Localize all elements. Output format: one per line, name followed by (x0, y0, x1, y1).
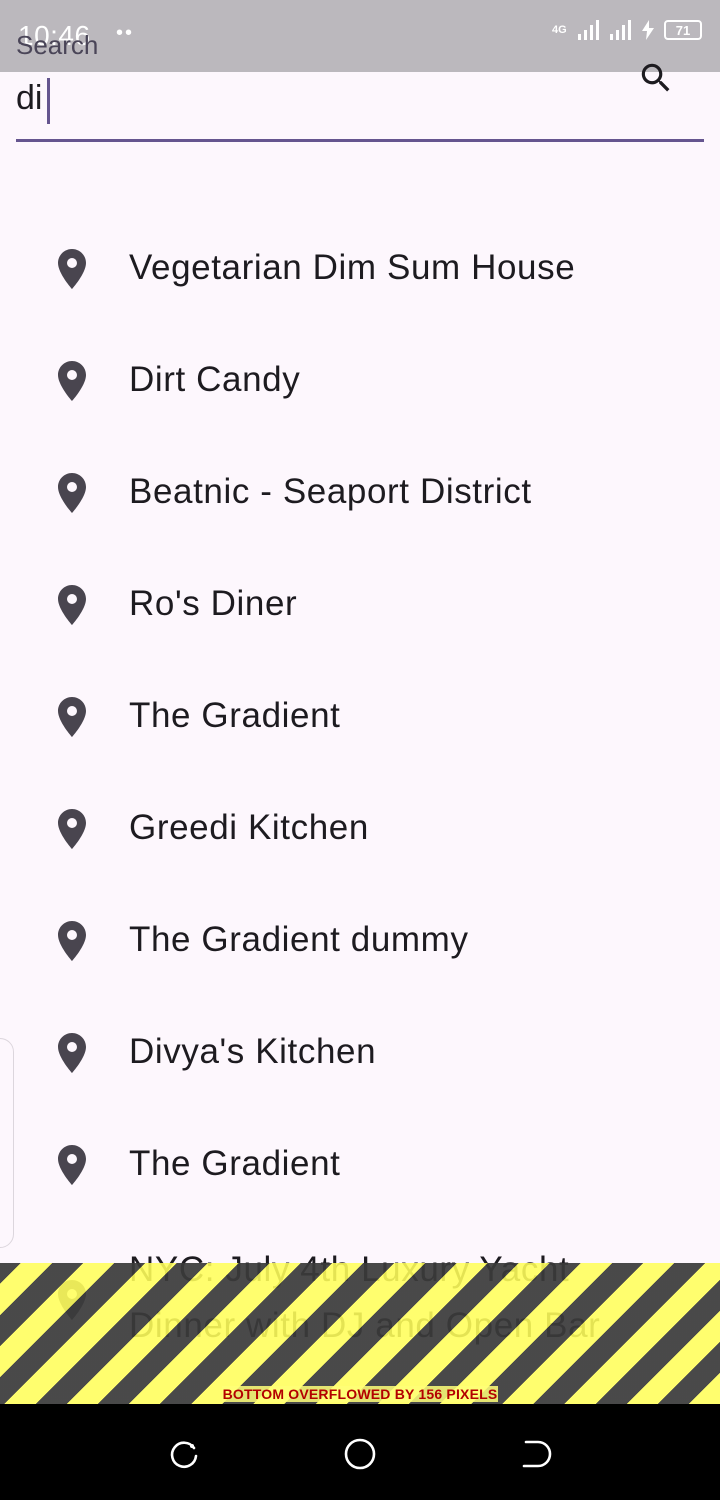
list-item[interactable]: Beatnic - Seaport District (0, 436, 720, 548)
location-pin-icon (58, 361, 86, 401)
overflow-warning-label: BOTTOM OVERFLOWED BY 156 PIXELS (221, 1386, 499, 1402)
list-item[interactable]: Greedi Kitchen (0, 772, 720, 884)
list-item[interactable]: The Gradient dummy (0, 884, 720, 996)
results-list: Vegetarian Dim Sum House Dirt Candy Beat… (0, 212, 720, 1345)
list-item[interactable]: The Gradient (0, 1108, 720, 1220)
navigation-bar (0, 1404, 720, 1500)
location-pin-icon (58, 473, 86, 513)
search-underline (16, 139, 704, 142)
location-pin-icon (58, 809, 86, 849)
location-pin-icon (58, 921, 86, 961)
search-input[interactable] (16, 76, 616, 120)
list-item[interactable]: Vegetarian Dim Sum House (0, 212, 720, 324)
search-field: Search (16, 20, 704, 144)
search-label: Search (16, 30, 99, 60)
overflow-warning-stripes (0, 1263, 720, 1404)
search-button[interactable] (636, 58, 676, 98)
home-icon[interactable] (344, 1438, 376, 1470)
side-panel-edge[interactable] (0, 1038, 14, 1248)
search-icon (641, 63, 670, 92)
list-item-label: Greedi Kitchen (129, 808, 369, 847)
location-pin-icon (58, 1145, 86, 1185)
list-item-label: The Gradient (129, 1144, 341, 1183)
recent-apps-icon[interactable] (168, 1438, 200, 1470)
overflow-warning-text: BOTTOM OVERFLOWED BY 156 PIXELS (0, 1386, 720, 1402)
list-item-label: The Gradient dummy (129, 920, 469, 959)
list-item-label: The Gradient (129, 696, 341, 735)
list-item[interactable]: Dirt Candy (0, 324, 720, 436)
back-icon[interactable] (520, 1438, 552, 1470)
location-pin-icon (58, 585, 86, 625)
text-caret (47, 78, 50, 124)
list-item-label: Vegetarian Dim Sum House (129, 248, 576, 287)
list-item-label: Dirt Candy (129, 360, 301, 399)
location-pin-icon (58, 697, 86, 737)
list-item-label: Beatnic - Seaport District (129, 472, 532, 511)
list-item-label: Divya's Kitchen (129, 1032, 377, 1071)
location-pin-icon (58, 249, 86, 289)
list-item[interactable]: Ro's Diner (0, 548, 720, 660)
list-item[interactable]: Divya's Kitchen (0, 996, 720, 1108)
list-item[interactable]: The Gradient (0, 660, 720, 772)
location-pin-icon (58, 1033, 86, 1073)
list-item-label: Ro's Diner (129, 584, 298, 623)
